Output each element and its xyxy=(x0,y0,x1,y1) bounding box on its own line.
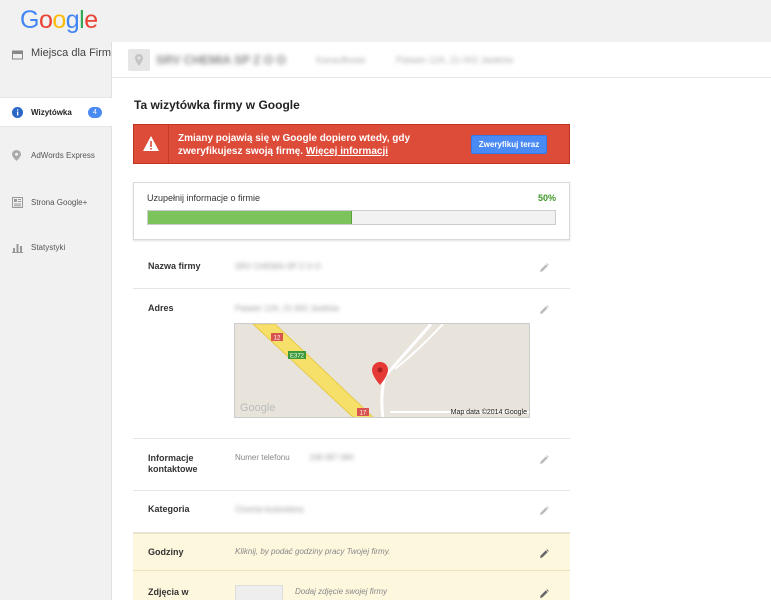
pencil-icon[interactable] xyxy=(539,546,549,558)
sidebar: Miejsca dla Firm Wizytówka 4 AdWords Exp… xyxy=(0,42,112,600)
logo-letter: e xyxy=(84,6,98,34)
row-contact[interactable]: Informacje kontaktowe Numer telefonu 108… xyxy=(133,439,570,491)
row-business-name[interactable]: Nazwa firmy SRV CHEMIA SP Z O O xyxy=(133,244,570,289)
alert-divider xyxy=(168,125,169,163)
google-plus-page-icon xyxy=(12,197,23,208)
completion-card: Uzupełnij informacje o firmie 50% xyxy=(133,182,570,240)
bar-chart-icon xyxy=(12,242,23,253)
row-value: SRV CHEMIA SP Z O O xyxy=(235,262,321,271)
sidebar-item-listing[interactable]: Wizytówka 4 xyxy=(0,97,112,127)
business-category: Kanaufkowe xyxy=(316,55,366,65)
row-hint: Kliknij, by podać godziny pracy Twojej f… xyxy=(235,547,391,556)
row-value: Pataein 12A, 21-002 Jastków xyxy=(235,304,340,313)
row-label: Kategoria xyxy=(148,504,190,514)
row-value: Chemia budowlana xyxy=(235,505,304,514)
google-logo[interactable]: Google xyxy=(20,6,98,35)
verify-now-button[interactable]: Zweryfikuj teraz xyxy=(471,135,547,154)
map-roads: 12 E372 17 xyxy=(235,324,529,417)
row-photos[interactable]: Zdjęcia w Dodaj zdjęcie swojej firmy xyxy=(133,571,570,600)
pencil-icon[interactable] xyxy=(539,586,549,598)
row-address[interactable]: Adres Pataein 12A, 21-002 Jastków 12 E37… xyxy=(133,289,570,439)
row-category[interactable]: Kategoria Chemia budowlana xyxy=(133,491,570,533)
warning-icon xyxy=(142,135,160,153)
logo-letter: o xyxy=(38,6,53,34)
address-map[interactable]: 12 E372 17 Google Map data ©2014 Google xyxy=(234,323,530,418)
top-bar: Google xyxy=(0,0,771,42)
pencil-icon[interactable] xyxy=(539,302,549,314)
completion-percent: 50% xyxy=(537,193,556,203)
alert-message: Zmiany pojawią się w Google dopiero wted… xyxy=(178,132,458,158)
phone-value: 108 087 084 xyxy=(309,453,354,462)
road-label: E372 xyxy=(290,354,305,360)
business-header: SRV CHEMIA SP Z O O Kanaufkowe Pataein 1… xyxy=(112,42,771,78)
business-address: Pataein 12A, 21-002 Jastków xyxy=(396,55,514,65)
progress-fill xyxy=(148,211,352,224)
sidebar-item-label: Miejsca dla Firm xyxy=(31,47,112,59)
info-icon xyxy=(12,107,23,118)
road-label: 12 xyxy=(274,336,281,342)
page-title: Ta wizytówka firmy w Google xyxy=(134,98,300,112)
completion-label: Uzupełnij informacje o firmie xyxy=(147,193,261,203)
map-credit: Map data ©2014 Google xyxy=(450,409,527,416)
sidebar-item-label: Wizytówka xyxy=(31,108,72,117)
progress-track xyxy=(147,210,556,225)
logo-letter: o xyxy=(52,6,66,34)
pencil-icon[interactable] xyxy=(539,452,549,464)
business-pin-icon xyxy=(128,49,150,71)
verification-alert: Zmiany pojawią się w Google dopiero wted… xyxy=(133,124,570,164)
pencil-icon[interactable] xyxy=(539,260,549,272)
pencil-icon[interactable] xyxy=(539,503,549,515)
map-pin-icon xyxy=(12,150,23,161)
logo-letter: G xyxy=(20,6,39,34)
store-icon xyxy=(12,50,23,61)
row-hours[interactable]: Godziny Kliknij, by podać godziny pracy … xyxy=(133,533,570,571)
road-label: 17 xyxy=(360,411,367,417)
row-label: Godziny xyxy=(148,547,184,557)
phone-label: Numer telefonu xyxy=(235,453,290,462)
more-info-link[interactable]: Więcej informacji xyxy=(306,146,388,157)
business-name: SRV CHEMIA SP Z O O xyxy=(156,53,286,67)
photo-thumbnail xyxy=(235,585,283,600)
row-label: Informacje kontaktowe xyxy=(148,453,198,474)
notification-badge: 4 xyxy=(88,107,102,118)
row-label: Adres xyxy=(148,303,174,313)
row-label: Nazwa firmy xyxy=(148,261,201,271)
row-hint: Dodaj zdjęcie swojej firmy xyxy=(295,587,388,596)
sidebar-item-label: Statystyki xyxy=(31,243,66,252)
sidebar-item-label: Strona Google+ xyxy=(31,198,88,207)
logo-letter: g xyxy=(65,6,80,34)
row-label: Zdjęcia w xyxy=(148,587,189,597)
sidebar-item-label: AdWords Express xyxy=(31,151,95,160)
map-google-logo: Google xyxy=(240,402,276,414)
